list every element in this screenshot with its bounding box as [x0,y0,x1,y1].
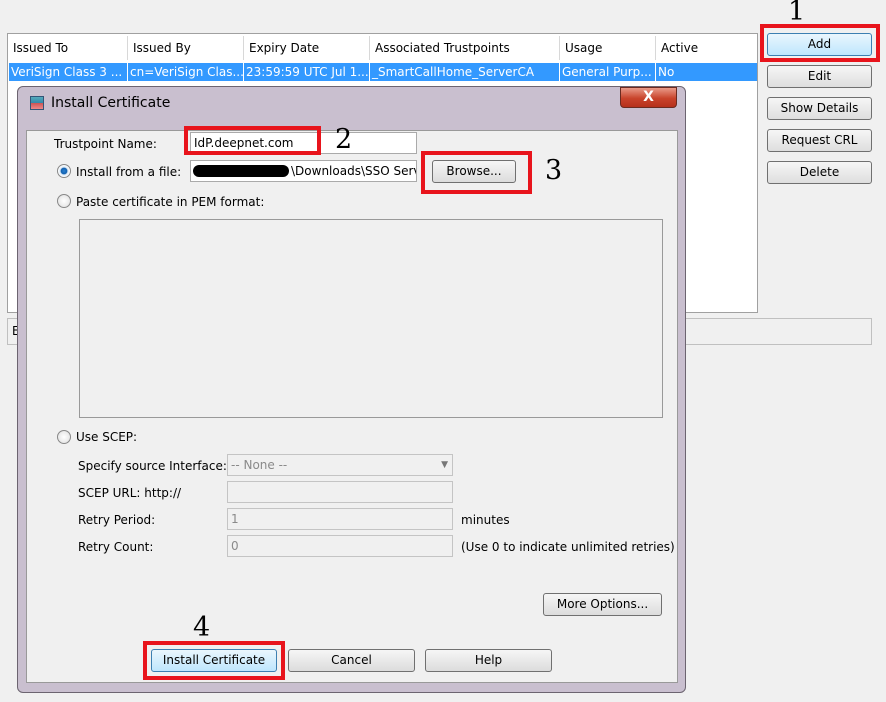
cell-expiry: 23:59:59 UTC Jul 1... [246,63,370,81]
pem-textarea[interactable] [79,219,663,418]
highlight-box-2 [184,126,321,155]
annotation-4: 4 [193,612,211,643]
retry-count-input[interactable]: 0 [227,535,453,557]
source-interface-select[interactable]: -- None -- ▼ [227,454,453,476]
paste-pem-radio[interactable] [57,194,71,208]
show-details-button[interactable]: Show Details [767,97,872,120]
scep-url-input[interactable] [227,481,453,503]
install-from-file-label: Install from a file: [76,165,182,179]
column-header-issued-to[interactable]: Issued To [8,36,128,60]
retry-period-unit: minutes [461,513,510,527]
column-header-expiry-date[interactable]: Expiry Date [244,36,370,60]
annotation-3: 3 [545,155,563,186]
use-scep-radio[interactable] [57,430,71,444]
use-scep-label: Use SCEP: [76,430,138,444]
request-crl-button[interactable]: Request CRL [767,129,872,152]
more-options-button[interactable]: More Options... [543,593,662,616]
cancel-button[interactable]: Cancel [288,649,415,672]
cell-active: No [658,65,675,79]
help-button[interactable]: Help [425,649,552,672]
edit-button[interactable]: Edit [767,65,872,88]
annotation-1: 1 [788,0,806,27]
highlight-box-4 [143,641,285,680]
column-header-trustpoints[interactable]: Associated Trustpoints [370,36,560,60]
column-header-issued-by[interactable]: Issued By [128,36,244,60]
table-row[interactable]: VeriSign Class 3 ... cn=VeriSign Clas...… [9,63,757,81]
annotation-2: 2 [335,124,353,155]
source-interface-label: Specify source Interface: [78,459,227,473]
column-header-usage[interactable]: Usage [560,36,656,60]
retry-count-hint: (Use 0 to indicate unlimited retries) [461,540,675,554]
highlight-box-3 [421,151,532,194]
retry-count-label: Retry Count: [78,540,154,554]
source-interface-value: -- None -- [231,458,288,472]
cell-issued-to: VeriSign Class 3 ... [9,63,128,81]
dialog-title: Install Certificate [51,95,171,111]
trustpoint-name-label: Trustpoint Name: [54,137,157,151]
chevron-down-icon: ▼ [441,460,448,470]
retry-period-input[interactable]: 1 [227,508,453,530]
cell-trustpoints: _SmartCallHome_ServerCA [370,63,560,81]
delete-button[interactable]: Delete [767,161,872,184]
app-icon [30,96,44,110]
close-button[interactable]: X [620,87,677,108]
retry-period-label: Retry Period: [78,513,156,527]
scep-url-label: SCEP URL: http:// [78,486,182,500]
highlight-box-1 [760,24,880,62]
redacted-path [193,165,289,177]
column-header-active[interactable]: Active [656,36,756,60]
cell-usage: General Purp... [560,63,656,81]
paste-pem-label: Paste certificate in PEM format: [76,195,265,209]
install-from-file-radio[interactable] [57,164,71,178]
cell-issued-by: cn=VeriSign Clas... [130,63,244,81]
